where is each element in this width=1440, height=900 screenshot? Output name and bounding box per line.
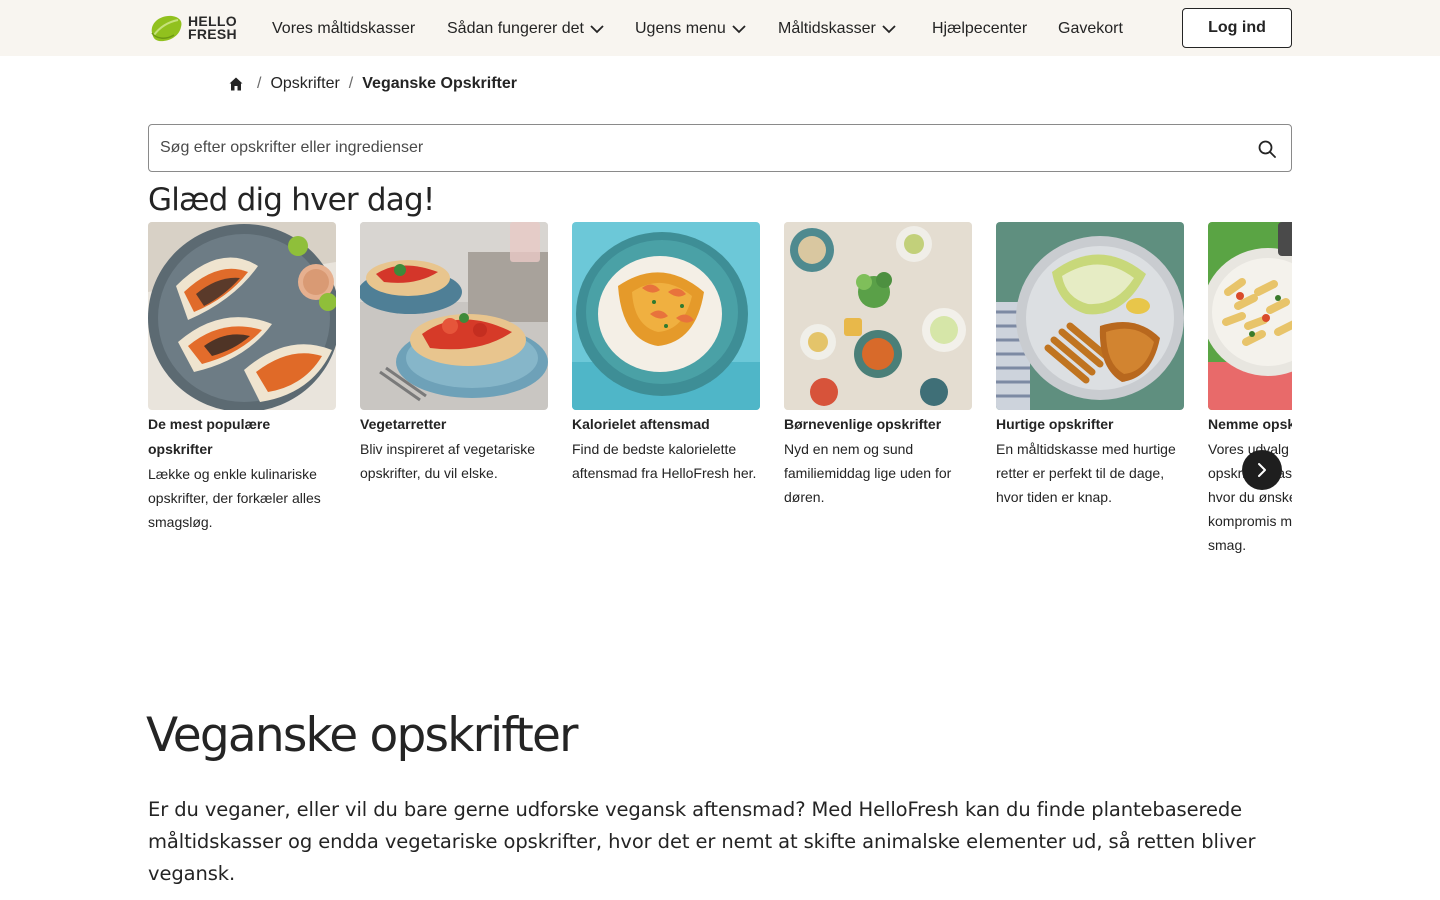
nav-item-vores-maltidskasser[interactable]: Vores måltidskasser bbox=[272, 18, 415, 40]
search-input[interactable] bbox=[160, 125, 1240, 171]
card-image-family-table bbox=[784, 222, 972, 410]
category-card-popular[interactable]: De mest populære opskrifter Lække og enk… bbox=[148, 222, 336, 534]
nav-item-ugens-menu[interactable]: Ugens menu bbox=[635, 18, 748, 40]
breadcrumb-separator: / bbox=[348, 75, 354, 92]
card-image-pasta bbox=[1208, 222, 1292, 410]
search-box bbox=[148, 124, 1292, 172]
card-title: Børnevenlige opskrifter bbox=[784, 416, 942, 432]
breadcrumb-current-page: Veganske Opskrifter bbox=[362, 75, 517, 92]
card-description: Lække og enkle kulinariske opskrifter, d… bbox=[148, 466, 321, 530]
card-title: Hurtige opskrifter bbox=[996, 416, 1114, 432]
breadcrumb: / Opskrifter / Veganske Opskrifter bbox=[228, 72, 517, 96]
chevron-right-icon bbox=[1258, 463, 1266, 477]
logo-wordmark: HELLO FRESH bbox=[188, 13, 237, 42]
card-image-flatbread bbox=[360, 222, 548, 410]
nav-item-sadan-fungerer-det[interactable]: Sådan fungerer det bbox=[447, 18, 606, 40]
card-image-tacos bbox=[148, 222, 336, 410]
breadcrumb-link-opskrifter[interactable]: Opskrifter bbox=[270, 75, 339, 93]
card-image-schnitzel bbox=[996, 222, 1184, 410]
card-description: Nyd en nem og sund familiemiddag lige ud… bbox=[784, 441, 952, 505]
card-title: De mest populære opskrifter bbox=[148, 416, 271, 457]
chevron-down-icon bbox=[590, 25, 604, 34]
breadcrumb-separator: / bbox=[257, 75, 262, 92]
top-navigation-bar: HELLO FRESH Vores måltidskasser Sådan fu… bbox=[0, 0, 1440, 56]
lime-logo-icon bbox=[151, 15, 182, 42]
carousel-next-button[interactable] bbox=[1242, 450, 1282, 490]
page-title: Veganske opskrifter bbox=[146, 708, 578, 763]
home-icon[interactable] bbox=[228, 76, 244, 92]
chevron-down-icon bbox=[882, 25, 896, 34]
category-card-low-calorie[interactable]: Kalorielet aftensmad Find de bedste kalo… bbox=[572, 222, 760, 485]
search-icon[interactable] bbox=[1257, 139, 1277, 159]
category-card-easy[interactable]: Nemme opskrifter Vores udvalg af nemme o… bbox=[1208, 222, 1292, 557]
category-card-vegetarian[interactable]: Vegetarretter Bliv inspireret af vegetar… bbox=[360, 222, 548, 485]
nav-item-hjaelpecenter[interactable]: Hjælpecenter bbox=[932, 18, 1027, 40]
card-title: Nemme opskrifter bbox=[1208, 416, 1292, 432]
card-description: En måltidskasse med hurtige retter er pe… bbox=[996, 441, 1176, 505]
nav-item-maltidskasser[interactable]: Måltidskasser bbox=[778, 18, 898, 40]
intro-text: Er du veganer, eller vil du bare gerne u… bbox=[148, 798, 1256, 885]
chevron-down-icon bbox=[732, 25, 746, 34]
category-card-kid-friendly[interactable]: Børnevenlige opskrifter Nyd en nem og su… bbox=[784, 222, 972, 509]
card-title: Vegetarretter bbox=[360, 416, 447, 432]
login-button[interactable]: Log ind bbox=[1182, 8, 1292, 48]
category-card-quick[interactable]: Hurtige opskrifter En måltidskasse med h… bbox=[996, 222, 1184, 509]
carousel-title: Glæd dig hver dag! bbox=[148, 182, 435, 218]
recipe-category-carousel: De mest populære opskrifter Lække og enk… bbox=[148, 222, 1292, 562]
card-description: Find de bedste kalorielette aftensmad fr… bbox=[572, 441, 757, 481]
nav-item-gavekort[interactable]: Gavekort bbox=[1058, 18, 1123, 40]
card-image-shrimp-rice bbox=[572, 222, 760, 410]
card-title: Kalorielet aftensmad bbox=[572, 416, 710, 432]
card-description: Bliv inspireret af vegetariske opskrifte… bbox=[360, 441, 536, 481]
hellofresh-logo[interactable]: HELLO FRESH bbox=[148, 12, 244, 44]
